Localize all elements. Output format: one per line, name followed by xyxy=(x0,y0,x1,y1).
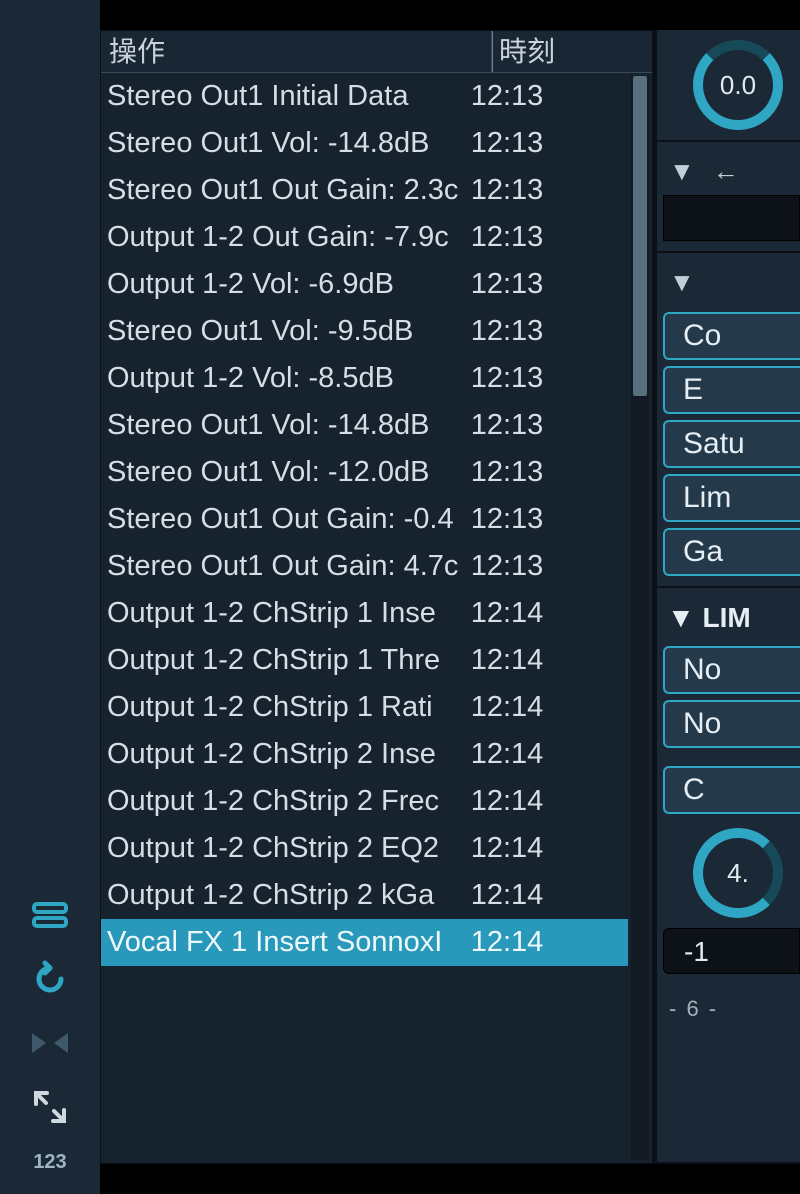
history-row[interactable]: Stereo Out1 Vol: -14.8dB12:13 xyxy=(101,402,628,449)
history-operation: Stereo Out1 Vol: -14.8dB xyxy=(107,402,471,449)
column-time[interactable]: 時刻 xyxy=(492,31,652,72)
history-operation: Stereo Out1 Vol: -12.0dB xyxy=(107,449,471,496)
module-button[interactable]: Ga xyxy=(663,528,800,576)
history-time: 12:14 xyxy=(471,919,628,966)
history-operation: Output 1-2 Vol: -6.9dB xyxy=(107,261,471,308)
module-button[interactable]: Satu xyxy=(663,420,800,468)
history-row[interactable]: Output 1-2 Out Gain: -7.9c12:13 xyxy=(101,214,628,261)
limiter-option-2[interactable]: No xyxy=(663,700,800,748)
history-time: 12:13 xyxy=(471,449,628,496)
history-time: 12:13 xyxy=(471,496,628,543)
stack-icon[interactable] xyxy=(30,895,70,935)
right-panel: 0.0 ▼ ← ▼ Co E Satu Lim Ga ▼ LIM No No C 4. … xyxy=(653,30,800,1164)
expand-icon[interactable] xyxy=(30,1087,70,1127)
history-row[interactable]: Stereo Out1 Initial Data12:13 xyxy=(101,73,628,120)
module-button[interactable]: E xyxy=(663,366,800,414)
history-operation: Output 1-2 ChStrip 1 Rati xyxy=(107,684,471,731)
history-time: 12:14 xyxy=(471,684,628,731)
history-operation: Output 1-2 Out Gain: -7.9c xyxy=(107,214,471,261)
locate-icon[interactable] xyxy=(30,1023,70,1063)
history-operation: Output 1-2 Vol: -8.5dB xyxy=(107,355,471,402)
gain-knob-bottom[interactable]: 4. xyxy=(693,828,783,918)
history-row[interactable]: Stereo Out1 Out Gain: 4.7c12:13 xyxy=(101,543,628,590)
history-operation: Output 1-2 ChStrip 1 Inse xyxy=(107,590,471,637)
history-time: 12:13 xyxy=(471,355,628,402)
history-operation: Stereo Out1 Vol: -14.8dB xyxy=(107,120,471,167)
column-operation[interactable]: 操作 xyxy=(101,31,492,72)
history-time: 12:13 xyxy=(471,214,628,261)
history-row[interactable]: Output 1-2 Vol: -6.9dB12:13 xyxy=(101,261,628,308)
history-row[interactable]: Output 1-2 ChStrip 2 EQ212:14 xyxy=(101,825,628,872)
history-time: 12:14 xyxy=(471,778,628,825)
history-row[interactable]: Output 1-2 Vol: -8.5dB12:13 xyxy=(101,355,628,402)
history-time: 12:14 xyxy=(471,872,628,919)
history-operation: Output 1-2 ChStrip 2 EQ2 xyxy=(107,825,471,872)
history-panel: 操作 時刻 Stereo Out1 Initial Data12:13Stere… xyxy=(100,30,653,1164)
history-row[interactable]: Output 1-2 ChStrip 1 Rati12:14 xyxy=(101,684,628,731)
arrow-left-icon[interactable]: ← xyxy=(713,156,739,187)
history-operation: Stereo Out1 Out Gain: -0.4 xyxy=(107,496,471,543)
gain-readout[interactable]: -1 xyxy=(663,928,800,974)
history-time: 12:13 xyxy=(471,261,628,308)
history-operation: Stereo Out1 Initial Data xyxy=(107,73,471,120)
history-operation: Output 1-2 ChStrip 2 Inse xyxy=(107,731,471,778)
knob-bottom-value: 4. xyxy=(727,858,749,889)
history-time: 12:14 xyxy=(471,731,628,778)
history-time: 12:13 xyxy=(471,543,628,590)
limiter-option-1[interactable]: No xyxy=(663,646,800,694)
routing-input[interactable] xyxy=(663,195,800,241)
undo-icon[interactable] xyxy=(30,959,70,999)
scroll-thumb[interactable] xyxy=(633,76,647,396)
history-row[interactable]: Output 1-2 ChStrip 2 kGa12:14 xyxy=(101,872,628,919)
history-row[interactable]: Output 1-2 ChStrip 2 Frec12:14 xyxy=(101,778,628,825)
gain-knob-top[interactable]: 0.0 xyxy=(693,40,783,130)
history-operation: Output 1-2 ChStrip 2 Frec xyxy=(107,778,471,825)
history-time: 12:14 xyxy=(471,825,628,872)
module-button[interactable]: Co xyxy=(663,312,800,360)
history-operation: Vocal FX 1 Insert SonnoxI xyxy=(107,919,471,966)
triangle-down-icon[interactable]: ▼ xyxy=(669,156,695,187)
history-time: 12:13 xyxy=(471,308,628,355)
history-time: 12:14 xyxy=(471,637,628,684)
history-operation: Stereo Out1 Vol: -9.5dB xyxy=(107,308,471,355)
history-row[interactable]: Vocal FX 1 Insert SonnoxI12:14 xyxy=(101,919,628,966)
history-row[interactable]: Stereo Out1 Out Gain: -0.412:13 xyxy=(101,496,628,543)
counter-label: 123 xyxy=(33,1151,66,1174)
top-knob-block: 0.0 xyxy=(657,30,800,142)
history-time: 12:13 xyxy=(471,167,628,214)
module-list-block: ▼ Co E Satu Lim Ga xyxy=(657,253,800,588)
left-icon-strip: 123 xyxy=(0,0,100,1194)
history-operation: Output 1-2 ChStrip 1 Thre xyxy=(107,637,471,684)
history-operation: Output 1-2 ChStrip 2 kGa xyxy=(107,872,471,919)
meter-ticks: - 6 - xyxy=(663,996,800,1022)
history-body: Stereo Out1 Initial Data12:13Stereo Out1… xyxy=(101,73,652,1163)
knob-top-value: 0.0 xyxy=(720,70,756,101)
history-operation: Stereo Out1 Out Gain: 2.3c xyxy=(107,167,471,214)
history-row[interactable]: Stereo Out1 Vol: -9.5dB12:13 xyxy=(101,308,628,355)
history-time: 12:14 xyxy=(471,590,628,637)
history-header: 操作 時刻 xyxy=(101,31,652,73)
history-time: 12:13 xyxy=(471,120,628,167)
history-row[interactable]: Stereo Out1 Out Gain: 2.3c12:13 xyxy=(101,167,628,214)
triangle-down-icon[interactable]: ▼ xyxy=(669,267,695,298)
history-row[interactable]: Stereo Out1 Vol: -14.8dB12:13 xyxy=(101,120,628,167)
ceiling-button[interactable]: C xyxy=(663,766,800,814)
history-row[interactable]: Output 1-2 ChStrip 1 Inse12:14 xyxy=(101,590,628,637)
history-row[interactable]: Output 1-2 ChStrip 1 Thre12:14 xyxy=(101,637,628,684)
history-row[interactable]: Output 1-2 ChStrip 2 Inse12:14 xyxy=(101,731,628,778)
scrollbar[interactable]: ▲ xyxy=(631,76,649,1160)
history-time: 12:13 xyxy=(471,402,628,449)
history-row[interactable]: Stereo Out1 Vol: -12.0dB12:13 xyxy=(101,449,628,496)
module-button[interactable]: Lim xyxy=(663,474,800,522)
routing-block: ▼ ← xyxy=(657,142,800,253)
limiter-block: ▼ LIM No No C 4. -1 - 6 - xyxy=(657,588,800,1164)
history-time: 12:13 xyxy=(471,73,628,120)
history-operation: Stereo Out1 Out Gain: 4.7c xyxy=(107,543,471,590)
limiter-section-label[interactable]: ▼ LIM xyxy=(663,598,800,640)
